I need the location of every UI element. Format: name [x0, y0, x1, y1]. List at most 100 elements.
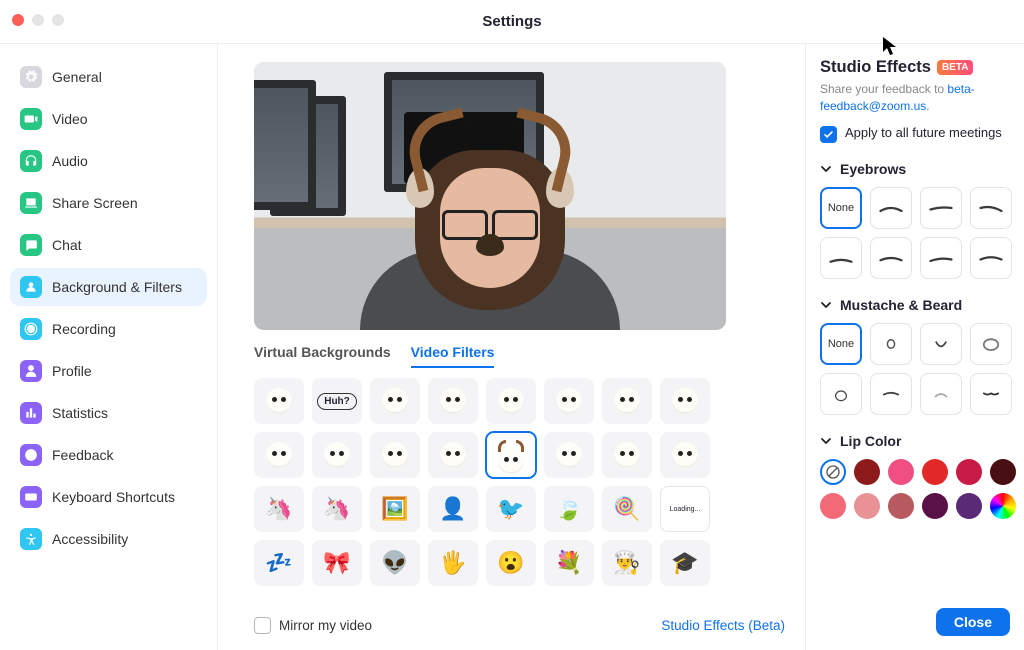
tab-video-filters[interactable]: Video Filters: [411, 344, 495, 368]
sidebar-item-statistics[interactable]: Statistics: [10, 394, 207, 432]
filter-tile[interactable]: [602, 432, 652, 478]
filter-tile[interactable]: [370, 432, 420, 478]
sidebar-item-audio[interactable]: Audio: [10, 142, 207, 180]
filter-tile[interactable]: [428, 432, 478, 478]
sidebar-item-keyboard-shortcuts[interactable]: Keyboard Shortcuts: [10, 478, 207, 516]
eyebrow-option[interactable]: [920, 237, 962, 279]
chevron-down-icon: [820, 299, 832, 311]
eyebrow-option[interactable]: [920, 187, 962, 229]
filter-tile[interactable]: 👨‍🍳: [602, 540, 652, 586]
filter-tile[interactable]: 🖐️: [428, 540, 478, 586]
sidebar-item-profile[interactable]: Profile: [10, 352, 207, 390]
user-icon: [20, 360, 42, 382]
eyebrow-option[interactable]: [970, 187, 1012, 229]
eyebrows-grid: None: [820, 187, 1010, 279]
lip-color-swatch[interactable]: [888, 493, 914, 519]
mustache-section-header[interactable]: Mustache & Beard: [820, 297, 1010, 313]
sidebar-item-label: Share Screen: [52, 195, 138, 211]
close-button[interactable]: Close: [936, 608, 1010, 636]
filter-tile[interactable]: 🦄: [254, 486, 304, 532]
lip-color-swatch[interactable]: [854, 493, 880, 519]
sidebar-item-label: Profile: [52, 363, 92, 379]
filter-tile[interactable]: 👽: [370, 540, 420, 586]
filter-tile[interactable]: [312, 432, 362, 478]
minimize-window-dot[interactable]: [32, 14, 44, 26]
sidebar-item-label: Feedback: [52, 447, 113, 463]
apply-all-checkbox[interactable]: [820, 126, 837, 143]
sidebar-item-feedback[interactable]: Feedback: [10, 436, 207, 474]
lip-color-swatch[interactable]: [922, 459, 948, 485]
filter-tile[interactable]: [254, 378, 304, 424]
filter-tile[interactable]: Loading...: [660, 486, 710, 532]
mustache-option[interactable]: [870, 373, 912, 415]
lip-color-swatch[interactable]: [956, 493, 982, 519]
lip-color-swatch[interactable]: [888, 459, 914, 485]
filter-tile[interactable]: 😮: [486, 540, 536, 586]
sidebar-item-label: Audio: [52, 153, 88, 169]
filter-tile[interactable]: 🍃: [544, 486, 594, 532]
video-preview: [254, 62, 726, 330]
filter-tile[interactable]: [486, 432, 536, 478]
a11y-icon: [20, 528, 42, 550]
studio-effects-link[interactable]: Studio Effects (Beta): [661, 618, 785, 633]
filter-tile[interactable]: [486, 378, 536, 424]
filter-tile[interactable]: [660, 432, 710, 478]
avatar-icon: [20, 276, 42, 298]
filter-tile[interactable]: 🍭: [602, 486, 652, 532]
filter-tile[interactable]: [428, 378, 478, 424]
filter-tile[interactable]: [544, 378, 594, 424]
mustache-option[interactable]: [920, 323, 962, 365]
preview-person: [370, 120, 610, 330]
sidebar-item-recording[interactable]: Recording: [10, 310, 207, 348]
filter-tile[interactable]: [254, 432, 304, 478]
sidebar-item-share-screen[interactable]: Share Screen: [10, 184, 207, 222]
filter-tile[interactable]: 🖼️: [370, 486, 420, 532]
mustache-grid: None: [820, 323, 1010, 415]
filter-tile[interactable]: 🎓: [660, 540, 710, 586]
lip-color-swatch[interactable]: [990, 459, 1016, 485]
filter-tile[interactable]: [544, 432, 594, 478]
mustache-option[interactable]: [970, 373, 1012, 415]
close-window-dot[interactable]: [12, 14, 24, 26]
filter-tile[interactable]: 🦄: [312, 486, 362, 532]
lip-color-swatch[interactable]: [854, 459, 880, 485]
sidebar-item-chat[interactable]: Chat: [10, 226, 207, 264]
lip-color-swatch[interactable]: [990, 493, 1016, 519]
mustache-option[interactable]: [870, 323, 912, 365]
sidebar-item-accessibility[interactable]: Accessibility: [10, 520, 207, 558]
mirror-my-video-checkbox[interactable]: Mirror my video: [254, 617, 372, 634]
mirror-label: Mirror my video: [279, 618, 372, 633]
studio-effects-title: Studio Effects: [820, 58, 931, 77]
tab-virtual-backgrounds[interactable]: Virtual Backgrounds: [254, 344, 391, 368]
eyebrow-option[interactable]: [870, 237, 912, 279]
filter-tile[interactable]: 🎀: [312, 540, 362, 586]
mustache-option-none[interactable]: None: [820, 323, 862, 365]
mustache-option[interactable]: [820, 373, 862, 415]
mustache-option[interactable]: [920, 373, 962, 415]
filter-tile[interactable]: [602, 378, 652, 424]
filter-tile[interactable]: 🐦: [486, 486, 536, 532]
eyebrow-option[interactable]: [820, 237, 862, 279]
filter-tile[interactable]: 💐: [544, 540, 594, 586]
filter-tile[interactable]: [660, 378, 710, 424]
eyebrow-option[interactable]: [970, 237, 1012, 279]
mustache-option[interactable]: [970, 323, 1012, 365]
filter-tile[interactable]: [370, 378, 420, 424]
eyebrow-option[interactable]: [870, 187, 912, 229]
sidebar-item-video[interactable]: Video: [10, 100, 207, 138]
sidebar-item-background-filters[interactable]: Background & Filters: [10, 268, 207, 306]
filter-tile[interactable]: 👤: [428, 486, 478, 532]
keyboard-icon: [20, 486, 42, 508]
sidebar-item-general[interactable]: General: [10, 58, 207, 96]
lip-section-header[interactable]: Lip Color: [820, 433, 1010, 449]
lip-color-swatch[interactable]: [956, 459, 982, 485]
zoom-window-dot[interactable]: [52, 14, 64, 26]
lip-color-none[interactable]: [820, 459, 846, 485]
lip-color-swatch[interactable]: [820, 493, 846, 519]
filter-tile[interactable]: Huh?: [312, 378, 362, 424]
lip-color-swatch[interactable]: [922, 493, 948, 519]
eyebrow-option-none[interactable]: None: [820, 187, 862, 229]
filter-tile[interactable]: 💤: [254, 540, 304, 586]
eyebrows-section-header[interactable]: Eyebrows: [820, 161, 1010, 177]
video-icon: [20, 108, 42, 130]
